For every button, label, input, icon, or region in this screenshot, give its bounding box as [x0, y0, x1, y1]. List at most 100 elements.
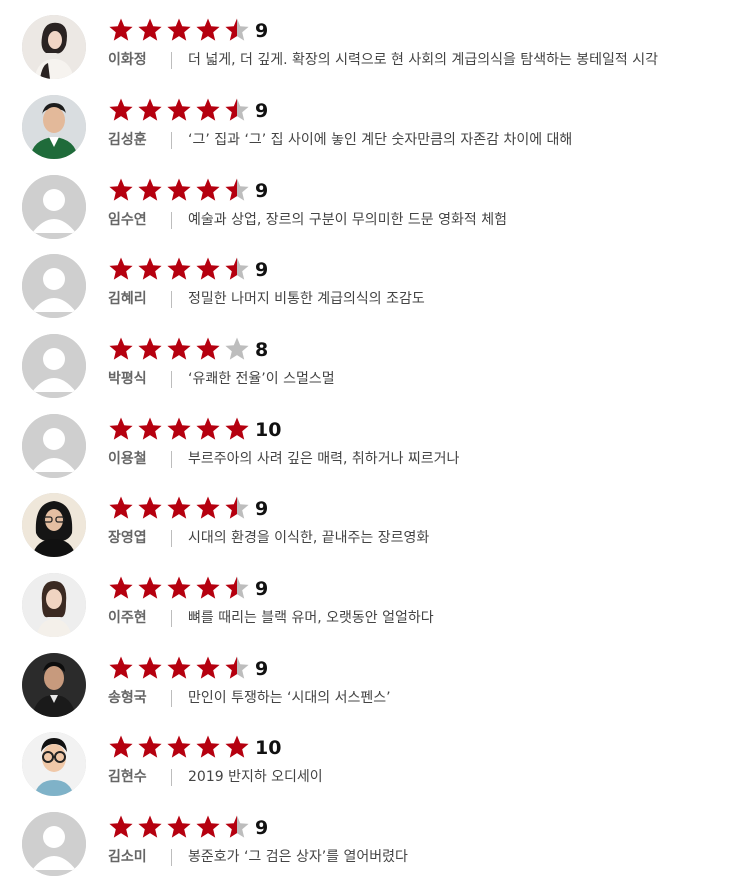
review-score: 9	[255, 578, 269, 600]
review-row: 9 이주현 뼈를 때리는 블랙 유머, 오랫동안 얼얼하다	[0, 573, 748, 653]
star-icon	[167, 815, 191, 838]
star-icon	[196, 98, 220, 121]
star-icon	[109, 98, 133, 121]
star-icon	[109, 18, 133, 41]
star-icon	[109, 735, 133, 758]
review-comment: ‘그’ 집과 ‘그’ 집 사이에 놓인 계단 숫자만큼의 자존감 차이에 대해	[188, 132, 573, 148]
review-comment: 뼈를 때리는 블랙 유머, 오랫동안 얼얼하다	[188, 610, 434, 626]
critic-name: 김혜리	[108, 291, 147, 307]
star-rating	[108, 17, 253, 43]
star-icon	[196, 496, 220, 519]
review-score: 9	[255, 498, 269, 520]
review-comment: 만인이 투쟁하는 ‘시대의 서스펜스’	[188, 690, 391, 706]
star-rating	[108, 336, 253, 362]
review-row: 9 장영엽 시대의 환경을 이식한, 끝내주는 장르영화	[0, 493, 748, 573]
review-row: 8 박평식 ‘유쾌한 전율’이 스멀스멀	[0, 334, 748, 414]
review-score: 9	[255, 259, 269, 281]
star-icon	[167, 178, 191, 201]
profile-photo-icon	[22, 493, 86, 557]
review-row: 10 김현수 2019 반지하 오디세이	[0, 732, 748, 812]
review-row: 9 김성훈 ‘그’ 집과 ‘그’ 집 사이에 놓인 계단 숫자만큼의 자존감 차…	[0, 95, 748, 175]
review-row: 9 임수연 예술과 상업, 장르의 구분이 무의미한 드문 영화적 체험	[0, 175, 748, 255]
critic-name: 이화정	[108, 52, 147, 68]
divider	[171, 212, 172, 229]
star-icon	[225, 178, 249, 201]
critic-name: 임수연	[108, 212, 147, 228]
star-rating	[108, 814, 253, 840]
star-icon	[225, 576, 249, 599]
critic-avatar	[22, 95, 86, 159]
critic-name: 송형국	[108, 690, 147, 706]
divider	[171, 769, 172, 786]
review-comment: ‘유쾌한 전율’이 스멀스멀	[188, 371, 335, 387]
star-icon	[138, 257, 162, 280]
star-rating	[108, 495, 253, 521]
star-icon	[138, 735, 162, 758]
divider	[171, 690, 172, 707]
critic-avatar	[22, 15, 86, 79]
star-icon	[225, 735, 249, 758]
critic-name: 이주현	[108, 610, 147, 626]
critic-avatar	[22, 254, 86, 318]
critic-name: 이용철	[108, 451, 147, 467]
profile-photo-icon	[22, 573, 86, 637]
star-icon	[138, 815, 162, 838]
star-icon	[196, 815, 220, 838]
review-row: 10 이용철 부르주아의 사려 깊은 매력, 취하거나 찌르거나	[0, 414, 748, 494]
profile-photo-icon	[22, 732, 86, 796]
star-icon	[109, 337, 133, 360]
critic-avatar	[22, 812, 86, 876]
divider	[171, 371, 172, 388]
critic-review-list: 9 이화정 더 넓게, 더 깊게. 확장의 시력으로 현 사회의 계급의식을 탐…	[0, 0, 748, 876]
critic-avatar	[22, 493, 86, 557]
review-score: 8	[255, 339, 269, 361]
review-score: 9	[255, 20, 269, 42]
critic-name: 김현수	[108, 769, 147, 785]
star-rating	[108, 177, 253, 203]
star-icon	[225, 496, 249, 519]
review-comment: 봉준호가 ‘그 검은 상자’를 열어버렸다	[188, 849, 408, 865]
divider	[171, 610, 172, 627]
critic-avatar	[22, 653, 86, 717]
star-icon	[138, 98, 162, 121]
star-rating	[108, 256, 253, 282]
star-icon	[225, 257, 249, 280]
star-icon	[196, 735, 220, 758]
star-icon	[196, 18, 220, 41]
review-score: 9	[255, 180, 269, 202]
star-icon	[196, 417, 220, 440]
star-icon	[196, 656, 220, 679]
star-icon	[225, 815, 249, 838]
star-rating	[108, 575, 253, 601]
star-icon	[109, 576, 133, 599]
user-silhouette-icon	[22, 254, 86, 318]
user-silhouette-icon	[22, 414, 86, 478]
profile-photo-icon	[22, 653, 86, 717]
divider	[171, 849, 172, 866]
review-comment: 부르주아의 사려 깊은 매력, 취하거나 찌르거나	[188, 451, 460, 467]
star-icon	[109, 257, 133, 280]
critic-name: 김성훈	[108, 132, 147, 148]
star-icon	[167, 496, 191, 519]
review-comment: 정밀한 나머지 비통한 계급의식의 조감도	[188, 291, 425, 307]
review-score: 10	[255, 737, 282, 759]
star-icon	[225, 656, 249, 679]
user-silhouette-icon	[22, 334, 86, 398]
review-score: 9	[255, 817, 269, 839]
star-icon	[167, 18, 191, 41]
star-icon	[225, 417, 249, 440]
review-comment: 2019 반지하 오디세이	[188, 769, 323, 785]
divider	[171, 451, 172, 468]
review-comment: 시대의 환경을 이식한, 끝내주는 장르영화	[188, 530, 430, 546]
star-icon	[225, 337, 249, 360]
critic-avatar	[22, 334, 86, 398]
star-rating	[108, 97, 253, 123]
profile-photo-icon	[22, 15, 86, 79]
star-rating	[108, 416, 253, 442]
divider	[171, 52, 172, 69]
critic-avatar	[22, 573, 86, 637]
star-icon	[109, 417, 133, 440]
critic-name: 김소미	[108, 849, 147, 865]
critic-avatar	[22, 732, 86, 796]
star-icon	[109, 496, 133, 519]
